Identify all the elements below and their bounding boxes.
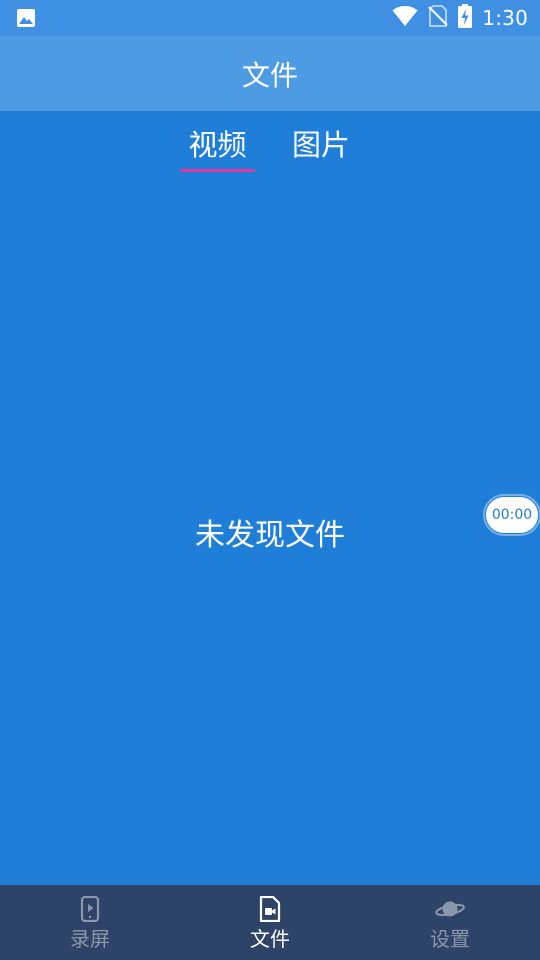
floating-timer-button[interactable]: 00:00	[485, 496, 539, 534]
status-bar: 1:30	[0, 0, 540, 36]
app-header: 文件	[0, 36, 540, 111]
tab-image-label: 图片	[291, 128, 350, 162]
phone-play-icon	[75, 895, 105, 923]
planet-icon	[435, 895, 465, 923]
nav-label-files: 文件	[250, 927, 290, 951]
page-title: 文件	[241, 58, 298, 92]
nav-label-settings: 设置	[430, 927, 470, 951]
floating-timer-text: 00:00	[491, 507, 533, 523]
tab-image[interactable]: 图片	[289, 127, 353, 183]
tab-selected-indicator	[180, 169, 255, 172]
empty-state-message: 未发现文件	[195, 518, 345, 553]
battery-charging-icon	[458, 4, 473, 32]
wifi-icon	[392, 5, 418, 31]
tab-video-label: 视频	[188, 128, 247, 162]
nav-item-files[interactable]: 文件	[180, 885, 360, 960]
image-icon	[16, 8, 36, 28]
nav-item-record[interactable]: 录屏	[0, 885, 180, 960]
video-file-icon	[255, 895, 285, 923]
nav-item-settings[interactable]: 设置	[360, 885, 540, 960]
status-time: 1:30	[482, 6, 528, 30]
tab-bar: 视频 图片	[0, 111, 540, 181]
nav-label-record: 录屏	[70, 927, 110, 951]
no-sim-icon	[428, 5, 448, 31]
bottom-nav: 录屏 文件 设置	[0, 885, 540, 960]
status-icons: 1:30	[392, 0, 528, 36]
tab-video[interactable]: 视频	[180, 127, 255, 183]
